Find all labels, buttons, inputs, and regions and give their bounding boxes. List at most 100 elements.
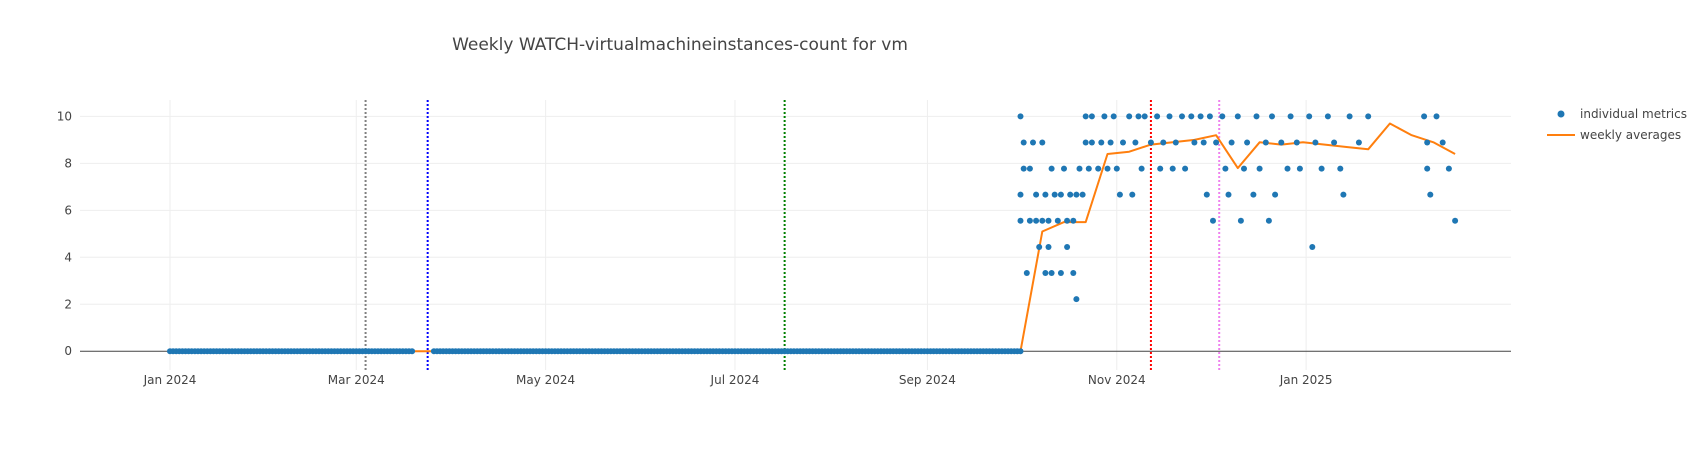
data-point — [1228, 139, 1235, 146]
data-point — [1073, 191, 1080, 198]
data-point — [1039, 217, 1046, 224]
y-tick-label: 10 — [57, 109, 72, 123]
data-point — [1030, 139, 1036, 146]
data-point — [1033, 191, 1040, 198]
data-point — [1269, 113, 1275, 120]
data-point — [1017, 348, 1024, 355]
data-point — [1070, 217, 1077, 224]
data-point — [1203, 191, 1210, 198]
data-point — [1160, 139, 1167, 146]
data-point — [1088, 139, 1095, 146]
data-point — [1045, 244, 1052, 250]
data-point — [1020, 165, 1027, 172]
data-point — [1433, 113, 1440, 120]
data-point — [1082, 113, 1089, 120]
data-point — [1365, 113, 1372, 120]
data-point — [1424, 139, 1431, 146]
data-point — [1126, 113, 1133, 120]
data-point — [1182, 165, 1189, 172]
data-point — [1445, 165, 1452, 172]
data-point — [1213, 139, 1220, 146]
data-point — [1023, 270, 1030, 276]
data-point — [1116, 191, 1123, 198]
data-point — [1098, 139, 1105, 146]
y-tick-label: 8 — [64, 156, 72, 170]
data-point — [409, 348, 416, 355]
data-point — [1135, 113, 1142, 120]
data-point — [1141, 113, 1148, 120]
data-point — [1234, 113, 1241, 120]
data-point — [1039, 139, 1046, 146]
data-point — [1026, 217, 1033, 224]
data-point — [1191, 139, 1198, 146]
y-tick-label: 2 — [64, 297, 72, 311]
data-point — [1241, 165, 1247, 172]
chart-title: Weekly WATCH-virtualmachineinstances-cou… — [452, 35, 908, 55]
data-point — [1210, 217, 1216, 224]
data-point — [1272, 191, 1279, 198]
data-point — [1064, 244, 1071, 250]
x-tick-label: Jan 2025 — [1279, 373, 1333, 387]
y-tick-label: 6 — [64, 203, 72, 217]
data-point — [1042, 191, 1049, 198]
data-point — [1042, 270, 1049, 276]
data-point — [1225, 191, 1232, 198]
data-point — [1439, 139, 1446, 146]
data-point — [1082, 139, 1089, 146]
data-point — [1067, 191, 1074, 198]
data-point — [1355, 139, 1362, 146]
data-point — [1138, 165, 1145, 172]
data-point — [1079, 191, 1086, 198]
data-point — [1076, 165, 1083, 172]
data-point — [1107, 139, 1114, 146]
data-point — [1222, 165, 1229, 172]
data-point — [1132, 139, 1139, 146]
data-point — [1250, 191, 1257, 198]
x-tick-label: Jan 2024 — [143, 373, 197, 387]
data-point — [1057, 191, 1064, 198]
data-point — [1237, 217, 1244, 224]
data-point — [1188, 113, 1195, 120]
chart-container: Weekly WATCH-virtualmachineinstances-cou… — [0, 0, 1704, 450]
x-tick-label: Nov 2024 — [1088, 373, 1146, 387]
data-point — [1244, 139, 1251, 146]
data-point — [1048, 270, 1055, 276]
data-point — [1120, 139, 1126, 146]
data-point — [1265, 217, 1272, 224]
data-point — [1073, 296, 1080, 303]
data-point — [1166, 113, 1173, 120]
data-point — [1278, 139, 1285, 146]
data-point — [1085, 165, 1092, 172]
data-point — [1147, 139, 1154, 146]
data-point — [1070, 270, 1077, 276]
data-point — [1296, 165, 1303, 172]
data-point — [1262, 139, 1269, 146]
data-point — [1095, 165, 1102, 172]
x-tick-label: Sep 2024 — [899, 373, 956, 387]
data-point — [1172, 139, 1179, 146]
data-point — [1309, 244, 1316, 250]
data-point — [1197, 113, 1204, 120]
data-point — [1110, 113, 1117, 120]
x-tick-label: Mar 2024 — [328, 373, 385, 387]
chart-svg: Weekly WATCH-virtualmachineinstances-cou… — [0, 0, 1704, 450]
data-point — [1293, 139, 1300, 146]
data-point — [1020, 139, 1027, 146]
y-tick-label: 0 — [64, 344, 72, 358]
data-point — [1340, 191, 1347, 198]
data-point — [1104, 165, 1111, 172]
data-point — [1048, 165, 1055, 172]
data-point — [1129, 191, 1136, 198]
data-point — [1427, 191, 1434, 198]
data-point — [1421, 113, 1428, 120]
data-point — [1219, 113, 1226, 120]
chart-background — [0, 0, 1704, 450]
data-point — [1452, 217, 1459, 224]
legend-label-weekly-averages: weekly averages — [1580, 128, 1681, 142]
data-point — [1113, 165, 1120, 172]
data-point — [1017, 217, 1024, 224]
data-point — [1284, 165, 1291, 172]
data-point — [1054, 217, 1061, 224]
data-point — [1033, 217, 1040, 224]
data-point — [1331, 139, 1338, 146]
